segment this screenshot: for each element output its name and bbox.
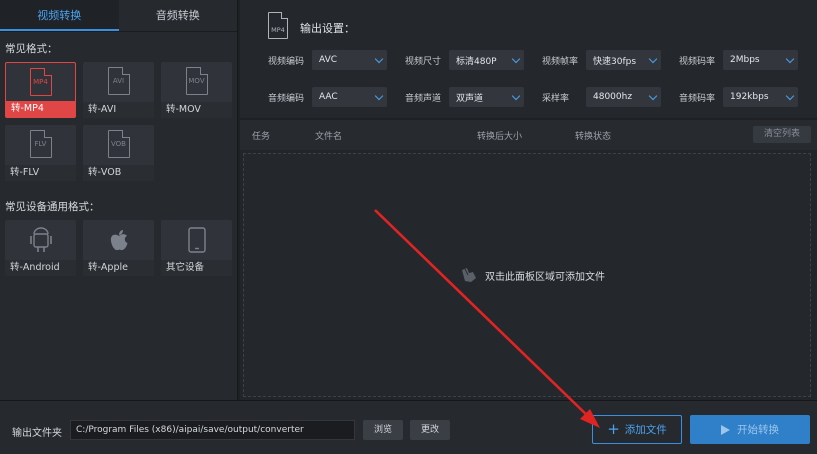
add-file-button[interactable]: + 添加文件 xyxy=(592,415,682,444)
chevron-down-icon xyxy=(511,54,521,63)
tab-video-convert[interactable]: 视频转换 xyxy=(0,0,119,31)
device-label: 转-Apple xyxy=(83,260,154,276)
add-file-hand-icon xyxy=(462,268,476,282)
header-task: 任务 xyxy=(252,132,271,142)
format-label: 转-AVI xyxy=(83,102,154,118)
start-convert-button[interactable]: 开始转换 xyxy=(690,415,810,444)
format-label: 转-MP4 xyxy=(6,101,75,117)
chevron-down-icon xyxy=(374,54,384,63)
video-framerate-field: 视频帧率 快速30fps xyxy=(542,50,661,70)
video-size-select[interactable]: 标清480P xyxy=(449,50,524,70)
avi-file-icon: AVI xyxy=(107,67,130,95)
drop-hint-text: 双击此面板区域可添加文件 xyxy=(485,271,605,283)
format-tile-mov[interactable]: MOV 转-MOV xyxy=(161,62,232,118)
output-folder-label: 输出文件夹 xyxy=(12,428,62,439)
clear-list-button[interactable]: 清空列表 xyxy=(753,126,811,143)
sample-rate-field: 采样率 48000hz xyxy=(542,87,661,107)
video-codec-select[interactable]: AVC xyxy=(312,50,387,70)
common-formats-grid: MP4 转-MP4 AVI 转-AVI MOV 转-MOV FLV 转-FLV … xyxy=(0,62,238,181)
format-panel: 视频转换 音频转换 常见格式： MP4 转-MP4 AVI 转-AVI MOV … xyxy=(0,0,238,400)
audio-channel-field: 音频声道 双声道 xyxy=(405,87,524,107)
format-label: 转-FLV xyxy=(5,165,76,181)
audio-codec-select[interactable]: AAC xyxy=(312,87,387,107)
video-bitrate-select[interactable]: 2Mbps xyxy=(723,50,798,70)
output-path-field[interactable]: C:/Program Files (x86)/aipai/save/output… xyxy=(70,420,355,440)
video-settings-row: 视频编码 AVC 视频尺寸 标清480P 视频帧率 快速30fps 视频码率 2… xyxy=(268,50,816,70)
device-formats-title: 常见设备通用格式： xyxy=(5,201,100,213)
format-tile-mp4[interactable]: MP4 转-MP4 xyxy=(5,62,76,118)
output-settings-panel: MP4 输出设置： 视频编码 AVC 视频尺寸 标清480P 视频帧率 快速30… xyxy=(240,0,817,118)
chevron-down-icon xyxy=(648,91,658,100)
device-tile-other[interactable]: 其它设备 xyxy=(161,220,232,276)
header-filename: 文件名 xyxy=(315,132,343,142)
tab-audio-convert[interactable]: 音频转换 xyxy=(119,0,238,31)
task-table: 任务 文件名 转换后大小 转换状态 清空列表 双击此面板区域可添加文件 xyxy=(240,120,817,400)
header-size: 转换后大小 xyxy=(477,132,523,142)
vob-file-icon: VOB xyxy=(107,130,130,158)
mov-file-icon: MOV xyxy=(185,67,208,95)
chevron-down-icon xyxy=(374,91,384,100)
device-label: 其它设备 xyxy=(161,260,232,276)
chevron-down-icon xyxy=(511,91,521,100)
file-drop-zone[interactable]: 双击此面板区域可添加文件 xyxy=(243,153,811,397)
table-header: 任务 文件名 转换后大小 转换状态 清空列表 xyxy=(240,120,817,150)
video-framerate-select[interactable]: 快速30fps xyxy=(586,50,661,70)
audio-channel-select[interactable]: 双声道 xyxy=(449,87,524,107)
device-formats-grid: 转-Android 转-Apple 其它设备 xyxy=(0,220,238,276)
apple-icon xyxy=(107,225,131,258)
android-icon xyxy=(29,225,53,258)
common-formats-title: 常见格式： xyxy=(5,43,58,55)
header-status: 转换状态 xyxy=(575,132,612,142)
chevron-down-icon xyxy=(785,54,795,63)
format-label: 转-MOV xyxy=(161,102,232,118)
sample-rate-select[interactable]: 48000hz xyxy=(586,87,661,107)
audio-codec-field: 音频编码 AAC xyxy=(268,87,387,107)
browse-button[interactable]: 浏览 xyxy=(363,420,403,440)
mp4-output-icon: MP4 xyxy=(268,12,288,39)
change-button[interactable]: 更改 xyxy=(410,420,450,440)
output-settings-title: 输出设置： xyxy=(300,22,355,35)
tablet-icon xyxy=(185,225,209,258)
audio-bitrate-select[interactable]: 192kbps xyxy=(723,87,798,107)
bottom-bar: 输出文件夹 C:/Program Files (x86)/aipai/save/… xyxy=(0,400,817,454)
device-tile-android[interactable]: 转-Android xyxy=(5,220,76,276)
main-area: MP4 输出设置： 视频编码 AVC 视频尺寸 标清480P 视频帧率 快速30… xyxy=(240,0,817,400)
audio-settings-row: 音频编码 AAC 音频声道 双声道 采样率 48000hz 音频码率 192kb… xyxy=(268,87,816,107)
video-size-field: 视频尺寸 标清480P xyxy=(405,50,524,70)
format-label: 转-VOB xyxy=(83,165,154,181)
format-tile-vob[interactable]: VOB 转-VOB xyxy=(83,125,154,181)
device-label: 转-Android xyxy=(5,260,76,276)
plus-icon: + xyxy=(607,420,620,438)
format-tile-avi[interactable]: AVI 转-AVI xyxy=(83,62,154,118)
drop-hint: 双击此面板区域可添加文件 xyxy=(459,266,605,284)
device-tile-apple[interactable]: 转-Apple xyxy=(83,220,154,276)
mp4-file-icon: MP4 xyxy=(29,68,52,96)
video-codec-field: 视频编码 AVC xyxy=(268,50,387,70)
chevron-down-icon xyxy=(785,91,795,100)
conversion-tabs: 视频转换 音频转换 xyxy=(0,0,237,32)
flv-file-icon: FLV xyxy=(29,130,52,158)
chevron-down-icon xyxy=(648,54,658,63)
video-bitrate-field: 视频码率 2Mbps xyxy=(679,50,798,70)
format-tile-flv[interactable]: FLV 转-FLV xyxy=(5,125,76,181)
audio-bitrate-field: 音频码率 192kbps xyxy=(679,87,798,107)
play-icon xyxy=(721,424,730,435)
